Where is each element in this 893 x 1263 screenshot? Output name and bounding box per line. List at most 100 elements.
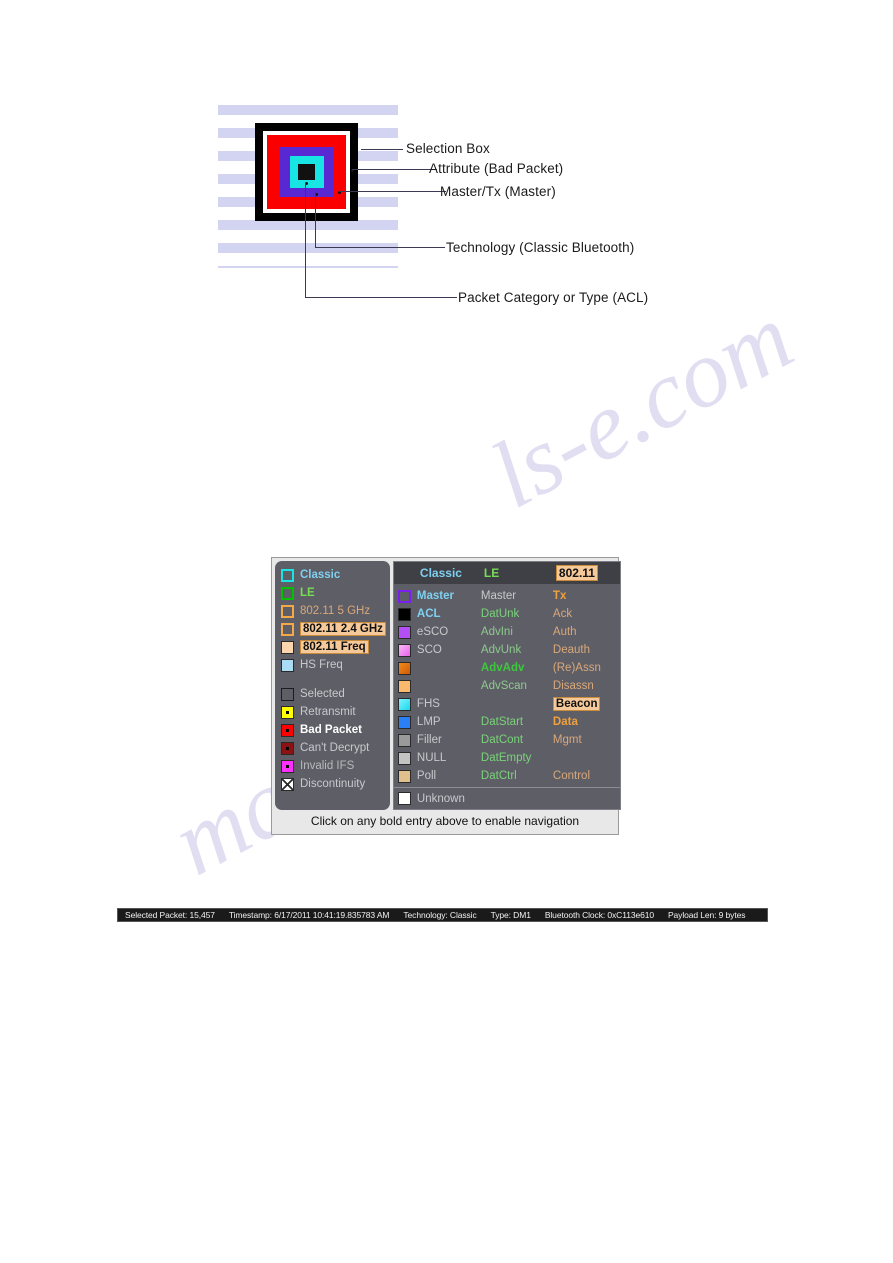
cell-le-10[interactable]: DatCtrl xyxy=(481,770,553,782)
packet-type-row-0[interactable]: Master Master Tx xyxy=(397,587,620,605)
cell-classic-8-label: Filler xyxy=(416,734,442,746)
status-type: Type: DM1 xyxy=(490,910,531,920)
cell-80211-5-label: Disassn xyxy=(552,680,594,692)
legend-item-label: HS Freq xyxy=(300,659,343,671)
packet-type-swatch-4 xyxy=(397,661,411,675)
cell-classic-0-label: Master xyxy=(416,590,454,602)
packet-type-swatch-6 xyxy=(397,697,411,711)
packet-type-row-10[interactable]: Poll DatCtrl Control xyxy=(397,767,620,785)
cell-le-4[interactable]: AdvAdv xyxy=(481,662,553,674)
leader-category-vert xyxy=(305,183,306,298)
diagram-label-technology: Technology (Classic Bluetooth) xyxy=(446,240,635,255)
legend-item-0[interactable]: Classic xyxy=(281,566,386,584)
cell-80211-1[interactable]: Ack xyxy=(553,608,617,620)
legend-item-1[interactable]: LE xyxy=(281,584,386,602)
legend-panel[interactable]: Classic LE 802.11 5 GHz 802.11 2.4 GHz 802.1… xyxy=(271,557,621,835)
column-header-0[interactable]: Classic xyxy=(420,566,484,580)
cell-classic-6[interactable]: FHS xyxy=(417,698,481,710)
packet-type-row-9[interactable]: NULL DatEmpty xyxy=(397,749,620,767)
legend-attr-item-2[interactable]: Bad Packet xyxy=(281,721,386,739)
cell-classic-10[interactable]: Poll xyxy=(417,770,481,782)
legend-attr-label: Retransmit xyxy=(300,706,356,718)
cell-le-8[interactable]: DatCont xyxy=(481,734,553,746)
cell-classic-2[interactable]: eSCO xyxy=(417,626,481,638)
legend-attr-item-4[interactable]: Invalid IFS xyxy=(281,757,386,775)
legend-technology-group: Classic LE 802.11 5 GHz 802.11 2.4 GHz 802.1… xyxy=(281,566,386,674)
cell-80211-10-label: Control xyxy=(552,770,590,782)
leader-category-horz xyxy=(305,297,457,298)
packet-type-row-8[interactable]: Filler DatCont Mgmt xyxy=(397,731,620,749)
legend-item-5[interactable]: HS Freq xyxy=(281,656,386,674)
legend-attr-item-0[interactable]: Selected xyxy=(281,685,386,703)
cell-le-9-label: DatEmpty xyxy=(480,752,532,764)
cell-80211-0-label: Tx xyxy=(552,590,567,602)
cell-classic-1[interactable]: ACL xyxy=(417,608,481,620)
column-header-label: LE xyxy=(483,566,500,580)
legend-item-4[interactable]: 802.11 Freq xyxy=(281,638,386,656)
cell-le-9[interactable]: DatEmpty xyxy=(481,752,553,764)
cell-le-0[interactable]: Master xyxy=(481,590,553,602)
cell-80211-8[interactable]: Mgmt xyxy=(553,734,617,746)
cell-classic-9[interactable]: NULL xyxy=(417,752,481,764)
cell-classic-0[interactable]: Master xyxy=(417,590,481,602)
legend-item-label: 802.11 Freq xyxy=(300,640,369,654)
legend-attr-item-3[interactable]: Can't Decrypt xyxy=(281,739,386,757)
legend-attr-swatch-2 xyxy=(281,723,294,737)
leader-selection-box xyxy=(361,149,403,150)
packet-type-row-7[interactable]: LMP DatStart Data xyxy=(397,713,620,731)
legend-unknown-row[interactable]: Unknown xyxy=(393,787,620,809)
column-header-label: 802.11 xyxy=(555,565,598,581)
cell-le-7-label: DatStart xyxy=(480,716,524,728)
legend-attr-swatch-5 xyxy=(281,777,294,791)
packet-type-swatch-7 xyxy=(397,715,411,729)
cell-80211-6[interactable]: Beacon xyxy=(552,697,617,711)
cell-le-2-label: AdvIni xyxy=(480,626,513,638)
cell-le-5[interactable]: AdvScan xyxy=(481,680,553,692)
status-selected-packet: Selected Packet: 15,457 xyxy=(125,910,215,920)
packet-type-row-3[interactable]: SCO AdvUnk Deauth xyxy=(397,641,620,659)
layer-selection-box xyxy=(255,123,358,221)
cell-80211-2[interactable]: Auth xyxy=(553,626,617,638)
cell-80211-5[interactable]: Disassn xyxy=(553,680,617,692)
cell-80211-3[interactable]: Deauth xyxy=(553,644,617,656)
cell-classic-7[interactable]: LMP xyxy=(417,716,481,728)
packet-type-row-1[interactable]: ACL DatUnk Ack xyxy=(397,605,620,623)
cell-classic-6-label: FHS xyxy=(416,698,440,710)
packet-anatomy-diagram: Selection Box Attribute (Bad Packet) Mas… xyxy=(218,105,693,320)
packet-type-swatch-5 xyxy=(397,679,411,693)
legend-attr-item-5[interactable]: Discontinuity xyxy=(281,775,386,793)
cell-classic-3[interactable]: SCO xyxy=(417,644,481,656)
diagram-label-attribute: Attribute (Bad Packet) xyxy=(429,161,564,176)
unknown-label: Unknown xyxy=(416,792,465,805)
leader-master-tx xyxy=(339,191,446,192)
cell-le-8-label: DatCont xyxy=(480,734,524,746)
legend-item-3[interactable]: 802.11 2.4 GHz xyxy=(281,620,386,638)
cell-classic-8[interactable]: Filler xyxy=(417,734,481,746)
cell-classic-1-label: ACL xyxy=(416,608,441,620)
cell-le-2[interactable]: AdvIni xyxy=(481,626,553,638)
layer-attribute-bad-packet xyxy=(267,135,346,209)
cell-80211-10[interactable]: Control xyxy=(553,770,617,782)
packet-type-row-5[interactable]: AdvScan Disassn xyxy=(397,677,620,695)
cell-80211-8-label: Mgmt xyxy=(552,734,582,746)
column-header-1[interactable]: LE xyxy=(484,566,556,580)
cell-80211-4[interactable]: (Re)Assn xyxy=(553,662,617,674)
packet-type-row-6[interactable]: FHS Beacon xyxy=(397,695,620,713)
cell-le-0-label: Master xyxy=(480,590,517,602)
legend-attr-label: Discontinuity xyxy=(300,778,366,790)
status-technology: Technology: Classic xyxy=(403,910,477,920)
legend-attr-label: Can't Decrypt xyxy=(300,742,370,754)
cell-le-3[interactable]: AdvUnk xyxy=(481,644,553,656)
cell-le-1[interactable]: DatUnk xyxy=(481,608,553,620)
cell-80211-7[interactable]: Data xyxy=(553,716,617,728)
legend-attr-label: Bad Packet xyxy=(300,724,363,736)
packet-type-row-2[interactable]: eSCO AdvIni Auth xyxy=(397,623,620,641)
column-header-2[interactable]: 802.11 xyxy=(555,565,620,581)
legend-attr-swatch-4 xyxy=(281,759,294,773)
status-bluetooth-clock: Bluetooth Clock: 0xC113e610 xyxy=(544,910,654,920)
packet-type-row-4[interactable]: AdvAdv (Re)Assn xyxy=(397,659,620,677)
legend-item-2[interactable]: 802.11 5 GHz xyxy=(281,602,386,620)
legend-attr-item-1[interactable]: Retransmit xyxy=(281,703,386,721)
cell-80211-0[interactable]: Tx xyxy=(553,590,617,602)
cell-le-7[interactable]: DatStart xyxy=(481,716,553,728)
